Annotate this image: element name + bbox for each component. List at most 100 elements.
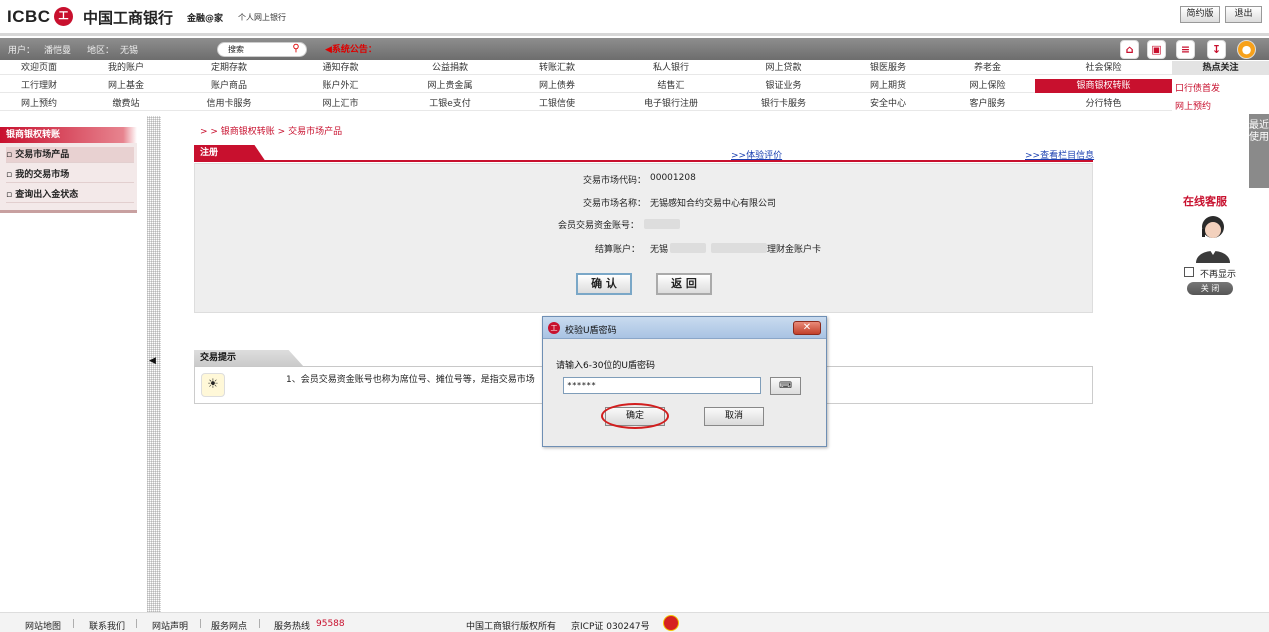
lightbulb-icon: ☀ bbox=[201, 373, 225, 397]
market-code-value: 00001208 bbox=[650, 173, 696, 183]
footer-hotline-label: 服务热线 bbox=[274, 622, 311, 632]
highlight-circle bbox=[601, 403, 669, 429]
nav-item[interactable]: 银证业务 bbox=[731, 79, 836, 93]
nav-item[interactable]: 电子银行注册 bbox=[611, 97, 731, 111]
info-bar: 用户： 潘恺曼 地区： 无锡 搜索 ⚲ ◀系统公告： ⌂ ▣ ≡ ↧ ● bbox=[0, 38, 1269, 60]
icbc-logo-icon: 工 bbox=[54, 7, 73, 26]
dialog-title: 校验U盾密码 bbox=[565, 326, 617, 336]
nav-item[interactable]: 养老金 bbox=[940, 61, 1035, 75]
user-label: 用户： bbox=[8, 46, 36, 56]
service-icon[interactable]: ● bbox=[1237, 40, 1256, 59]
column-info-link[interactable]: >>查看栏目信息 bbox=[1025, 148, 1094, 161]
nav-item[interactable]: 账户外汇 bbox=[284, 79, 397, 93]
market-name-value: 无锡感知合约交易中心有限公司 bbox=[650, 199, 777, 209]
rate-link[interactable]: >>体验评价 bbox=[731, 148, 782, 161]
user-name: 潘恺曼 bbox=[44, 46, 72, 56]
region-name: 无锡 bbox=[120, 46, 139, 56]
masked-settle-part bbox=[670, 243, 706, 253]
dialog-cancel-button[interactable]: 取消 bbox=[704, 407, 764, 426]
nav-item[interactable]: 缴费站 bbox=[78, 97, 174, 111]
password-input[interactable]: ****** bbox=[563, 377, 761, 394]
nav-item[interactable]: 银行卡服务 bbox=[731, 97, 836, 111]
masked-settle-part bbox=[711, 243, 767, 253]
nav-item[interactable]: 网上基金 bbox=[78, 79, 174, 93]
nav-item[interactable]: 转账汇款 bbox=[503, 61, 611, 75]
tab-register[interactable]: 注册 bbox=[194, 145, 266, 162]
tips-text: 1、会员交易资金账号也称为席位号、摊位号等，是指交易市场 bbox=[286, 375, 535, 385]
hot-topics-title: 热点关注 bbox=[1172, 61, 1269, 75]
nav-item[interactable]: 工银信使 bbox=[503, 97, 611, 111]
confirm-button[interactable]: 确 认 bbox=[576, 273, 632, 295]
usb-key-dialog: 工 校验U盾密码 ✕ 请输入6-30位的U盾密码 ****** ⌨ 确定 取消 bbox=[542, 316, 827, 447]
home-icon[interactable]: ⌂ bbox=[1120, 40, 1139, 59]
sidebar-item-label: 我的交易市场 bbox=[15, 170, 70, 180]
nav-item[interactable]: 客户服务 bbox=[940, 97, 1035, 111]
tab-bar bbox=[194, 146, 1093, 162]
sidebar: 银商银权转账 ▫ 交易市场产品 ▫ 我的交易市场 ▫ 查询出入金状态 bbox=[0, 127, 137, 213]
sidebar-item-my-market[interactable]: ▫ 我的交易市场 bbox=[6, 167, 134, 183]
header: ICBC 工 中国工商银行 金融@家 个人网上银行 简约版 退出 bbox=[0, 0, 1269, 36]
hot-item[interactable]: 口行债首发 bbox=[1175, 81, 1220, 94]
sidebar-title: 银商银权转账 bbox=[0, 127, 137, 143]
nav-item[interactable]: 通知存款 bbox=[284, 61, 397, 75]
nav-item[interactable]: 网上预约 bbox=[0, 97, 78, 111]
settle-account-label: 结算账户： bbox=[595, 245, 641, 255]
close-widget-button[interactable]: 关 闭 bbox=[1187, 282, 1233, 295]
nav-item[interactable]: 银医服务 bbox=[836, 61, 940, 75]
dialog-close-button[interactable]: ✕ bbox=[793, 321, 821, 335]
nav-item[interactable]: 工行理财 bbox=[0, 79, 78, 93]
list-icon[interactable]: ≡ bbox=[1176, 40, 1195, 59]
nav-item[interactable]: 网上贵金属 bbox=[397, 79, 503, 93]
main-nav: 欢迎页面 我的账户 定期存款 通知存款 公益捐款 转账汇款 私人银行 网上贷款 银医服务 养老金社… bbox=[0, 61, 1172, 115]
nav-item[interactable]: 社会保险 bbox=[1035, 61, 1172, 75]
online-service-title: 在线客服 bbox=[1183, 195, 1227, 208]
hot-item[interactable]: 网上预约 bbox=[1175, 99, 1211, 112]
site-subtitle: 个人网上银行 bbox=[238, 13, 286, 22]
sidebar-item-label: 交易市场产品 bbox=[15, 150, 70, 160]
nav-item[interactable]: 安全中心 bbox=[836, 97, 940, 111]
nav-item[interactable]: 网上债券 bbox=[503, 79, 611, 93]
footer-link-outlets[interactable]: 服务网点 bbox=[211, 619, 247, 632]
hot-topics: 热点关注 口行债首发 网上预约 bbox=[1172, 61, 1269, 115]
nav-item[interactable]: 公益捐款 bbox=[397, 61, 503, 75]
sidebar-item-query-status[interactable]: ▫ 查询出入金状态 bbox=[6, 187, 134, 203]
nav-item[interactable]: 欢迎页面 bbox=[0, 61, 78, 75]
simple-version-button[interactable]: 简约版 bbox=[1180, 6, 1220, 23]
bank-name: 中国工商银行 bbox=[83, 9, 174, 27]
nav-item[interactable]: 账户商品 bbox=[174, 79, 284, 93]
nav-item[interactable]: 网上贷款 bbox=[731, 61, 836, 75]
system-notice[interactable]: ◀系统公告： bbox=[325, 42, 377, 55]
sidebar-item-market-products[interactable]: ▫ 交易市场产品 bbox=[6, 147, 134, 163]
nav-item[interactable]: 网上汇市 bbox=[284, 97, 397, 111]
footer-hotline: 95588 bbox=[316, 619, 345, 629]
cart-icon[interactable]: ▣ bbox=[1147, 40, 1166, 59]
password-prompt: 请输入6-30位的U盾密码 bbox=[556, 361, 656, 371]
settle-account-prefix: 无锡 bbox=[650, 245, 669, 255]
masked-member-account bbox=[644, 219, 680, 229]
dialog-titlebar[interactable]: 工 校验U盾密码 ✕ bbox=[543, 317, 826, 339]
search-icon[interactable]: ⚲ bbox=[289, 42, 303, 56]
footer-separator: | bbox=[135, 619, 139, 629]
logout-button[interactable]: 退出 bbox=[1225, 6, 1262, 23]
footer: 网站地图 | 联系我们 | 网站声明 | 服务网点 | 服务热线 95588 中… bbox=[0, 612, 1269, 632]
recent-use-tab[interactable]: 最近使用 bbox=[1249, 114, 1269, 188]
no-show-checkbox[interactable] bbox=[1184, 267, 1194, 277]
footer-link-sitemap[interactable]: 网站地图 bbox=[25, 619, 61, 632]
nav-item[interactable]: 网上期货 bbox=[836, 79, 940, 93]
nav-item[interactable]: 私人银行 bbox=[611, 61, 731, 75]
download-icon[interactable]: ↧ bbox=[1207, 40, 1226, 59]
nav-item[interactable]: 结售汇 bbox=[611, 79, 731, 93]
nav-item[interactable]: 我的账户 bbox=[78, 61, 174, 75]
soft-keyboard-icon[interactable]: ⌨ bbox=[770, 377, 801, 395]
nav-item[interactable]: 定期存款 bbox=[174, 61, 284, 75]
back-button[interactable]: 返 回 bbox=[656, 273, 712, 295]
nav-item[interactable]: 信用卡服务 bbox=[174, 97, 284, 111]
service-agent-avatar[interactable] bbox=[1192, 211, 1234, 263]
nav-item[interactable]: 工银e支付 bbox=[397, 97, 503, 111]
footer-link-statement[interactable]: 网站声明 bbox=[152, 619, 188, 632]
footer-link-contact[interactable]: 联系我们 bbox=[89, 619, 125, 632]
nav-item[interactable]: 网上保险 bbox=[940, 79, 1035, 93]
nav-item[interactable]: 分行特色 bbox=[1035, 97, 1172, 111]
nav-item[interactable]: 银商银权转账 bbox=[1035, 79, 1172, 93]
collapse-arrow-icon[interactable]: ◀ bbox=[149, 356, 156, 366]
